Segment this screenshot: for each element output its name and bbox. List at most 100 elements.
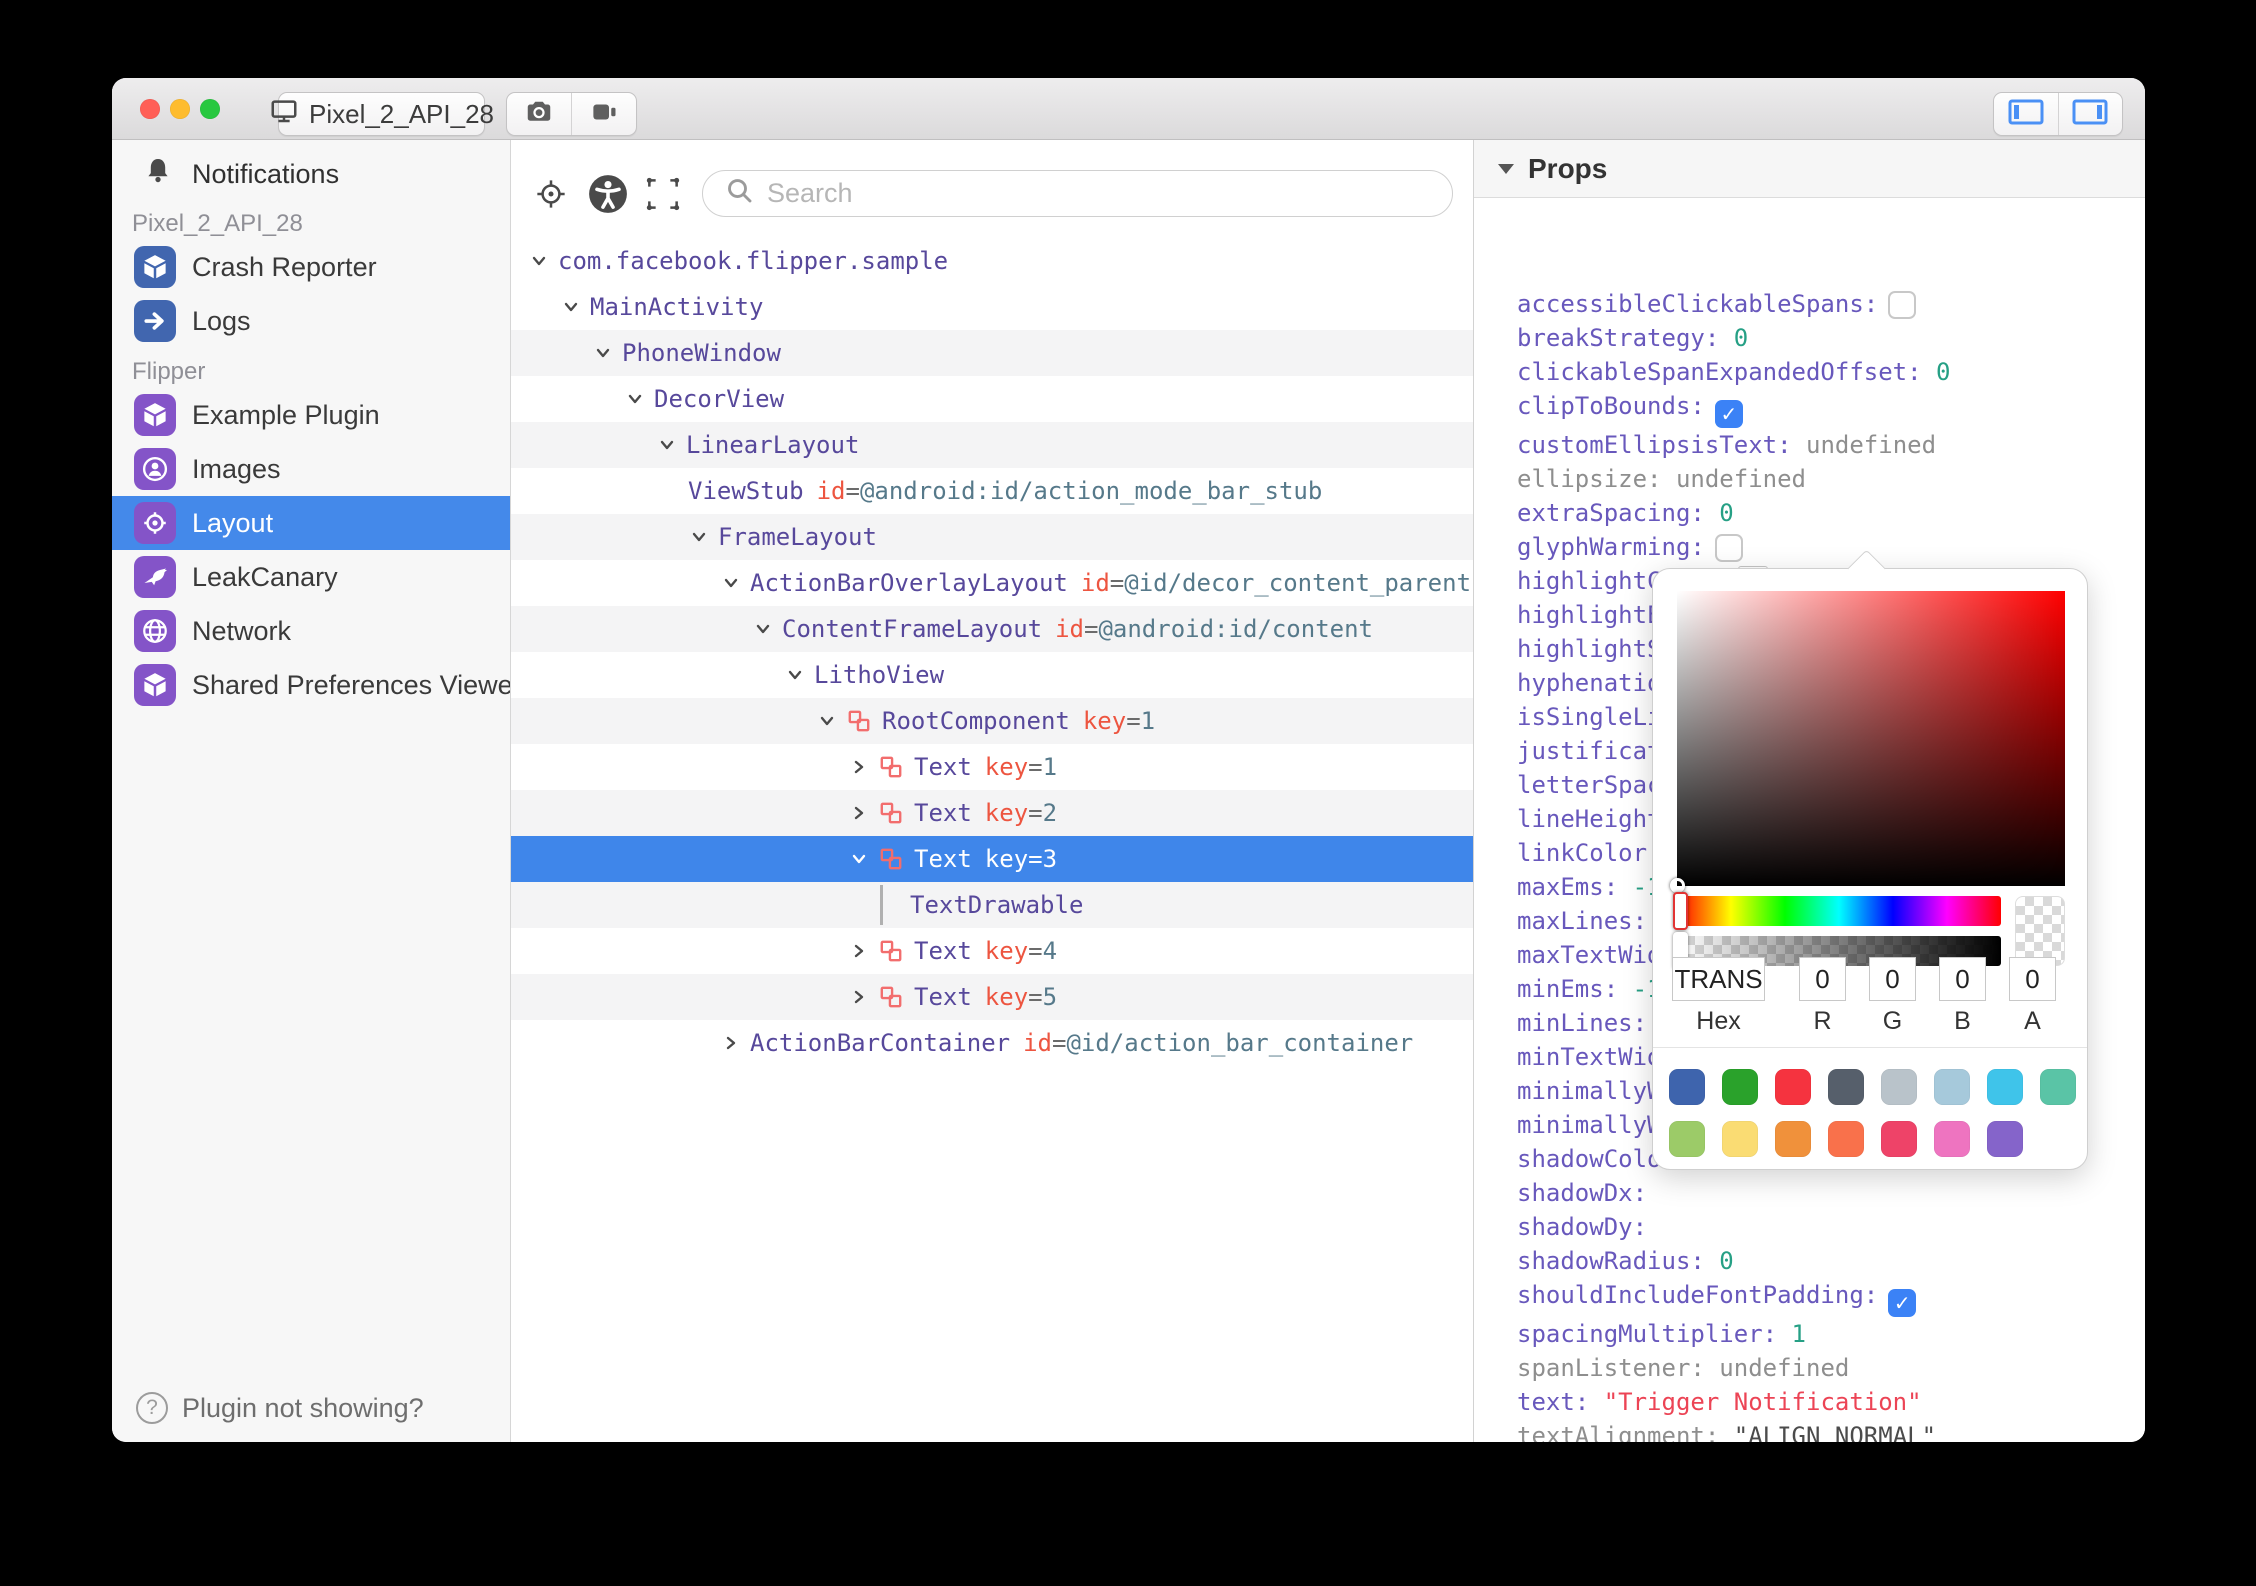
sidebar-item-network[interactable]: Network <box>112 604 510 658</box>
layout-tree-panel: com.facebook.flipper.sample MainActivity P… <box>511 140 1473 1442</box>
preset-color-swatch[interactable] <box>1934 1069 1970 1105</box>
toggle-left-panel-button[interactable] <box>1994 93 2058 135</box>
tree-node-actionbaroverlaylayout[interactable]: ActionBarOverlayLayout id=@id/decor_conte… <box>511 560 1473 606</box>
tree-node-contentframelayout[interactable]: ContentFrameLayout id=@android:id/content <box>511 606 1473 652</box>
chevron-down-icon[interactable] <box>752 618 774 640</box>
chevron-right-icon[interactable] <box>848 986 870 1008</box>
bird-icon <box>134 556 176 598</box>
sidebar-item-images[interactable]: Images <box>112 442 510 496</box>
tree-node-rootcomponent[interactable]: RootComponent key=1 <box>511 698 1473 744</box>
minimize-button[interactable] <box>170 99 190 119</box>
props-header[interactable]: Props <box>1474 140 2145 198</box>
tree-node-viewstub[interactable]: ViewStub id=@android:id/action_mode_bar_s… <box>511 468 1473 514</box>
alpha-input[interactable] <box>2009 957 2056 1001</box>
zoom-button[interactable] <box>200 99 220 119</box>
toggle-right-panel-button[interactable] <box>2057 93 2123 135</box>
bell-icon <box>142 155 174 194</box>
prop-row-clickableSpanExpandedOffset: clickableSpanExpandedOffset: 0 <box>1517 355 2145 389</box>
preset-color-swatch[interactable] <box>1987 1121 2023 1157</box>
sidebar-item-layout[interactable]: Layout <box>112 496 510 550</box>
preset-color-swatch[interactable] <box>1775 1121 1811 1157</box>
tree-node-actionbarcontainer[interactable]: ActionBarContainer id=@id/action_bar_cont… <box>511 1020 1473 1066</box>
plugin-not-showing-link[interactable]: ? Plugin not showing? <box>136 1392 424 1424</box>
preset-color-swatch[interactable] <box>1828 1069 1864 1105</box>
screenshot-button[interactable] <box>507 93 571 135</box>
preset-color-swatch[interactable] <box>1669 1069 1705 1105</box>
tree-node-com.facebook.flipper.sample[interactable]: com.facebook.flipper.sample <box>511 238 1473 284</box>
sidebar-item-shared-preferences-viewer[interactable]: Shared Preferences Viewer <box>112 658 510 712</box>
chevron-down-icon[interactable] <box>656 434 678 456</box>
sidebar-item-label: Images <box>192 453 281 484</box>
litho-component-icon <box>878 800 904 826</box>
tree-node-text[interactable]: Text key=2 <box>511 790 1473 836</box>
prop-checkbox[interactable]: ✓ <box>1888 1289 1917 1317</box>
r-label: R <box>1813 1007 1832 1035</box>
indent-guide-line <box>880 885 883 925</box>
tree-node-text[interactable]: Text key=4 <box>511 928 1473 974</box>
prop-row-spacingMultiplier: spacingMultiplier: 1 <box>1517 1317 2145 1351</box>
sidebar-item-crash-reporter[interactable]: Crash Reporter <box>112 240 510 294</box>
plugin-not-showing-label: Plugin not showing? <box>182 1392 424 1423</box>
preset-color-swatch[interactable] <box>1881 1121 1917 1157</box>
search-input[interactable] <box>767 178 1367 209</box>
target-mode-button[interactable] <box>529 172 573 216</box>
chevron-down-icon[interactable] <box>816 710 838 732</box>
chevron-right-icon[interactable] <box>720 1032 742 1054</box>
tree-node-phonewindow[interactable]: PhoneWindow <box>511 330 1473 376</box>
prop-checkbox[interactable]: ✓ <box>1714 400 1743 428</box>
chevron-right-icon[interactable] <box>848 940 870 962</box>
tree-node-lithoview[interactable]: LithoView <box>511 652 1473 698</box>
tree-node-text[interactable]: Text key=1 <box>511 744 1473 790</box>
sidebar-item-example-plugin[interactable]: Example Plugin <box>112 388 510 442</box>
preset-color-swatch[interactable] <box>1987 1069 2023 1105</box>
tree-node-linearlayout[interactable]: LinearLayout <box>511 422 1473 468</box>
record-video-button[interactable] <box>571 93 636 135</box>
tree-node-text[interactable]: Text key=5 <box>511 974 1473 1020</box>
hex-input[interactable] <box>1672 957 1765 1001</box>
prop-checkbox[interactable] <box>1714 534 1743 562</box>
chevron-down-icon[interactable] <box>720 572 742 594</box>
device-selector-button[interactable]: Pixel_2_API_28 <box>271 92 494 136</box>
red-input[interactable] <box>1799 957 1846 1001</box>
prop-key: customEllipsisText: <box>1517 431 1792 459</box>
chevron-down-icon[interactable] <box>784 664 806 686</box>
hue-slider-handle[interactable] <box>1673 892 1688 930</box>
target-icon <box>134 502 176 544</box>
saturation-cursor[interactable] <box>1670 878 1685 893</box>
panel-toggle-buttons <box>1993 92 2123 136</box>
preset-color-swatch[interactable] <box>1722 1069 1758 1105</box>
chevron-down-icon[interactable] <box>560 296 582 318</box>
preset-color-swatch[interactable] <box>1828 1121 1864 1157</box>
preset-color-swatch[interactable] <box>1881 1069 1917 1105</box>
preset-color-swatch[interactable] <box>1722 1121 1758 1157</box>
preset-color-swatch[interactable] <box>2040 1069 2076 1105</box>
chevron-right-icon[interactable] <box>848 756 870 778</box>
preset-color-swatch[interactable] <box>1775 1069 1811 1105</box>
chevron-down-icon[interactable] <box>688 526 710 548</box>
chevron-right-icon[interactable] <box>848 802 870 824</box>
sidebar-item-logs[interactable]: Logs <box>112 294 510 348</box>
hue-slider[interactable] <box>1673 892 2001 930</box>
select-element-button[interactable] <box>641 172 685 216</box>
saturation-gradient[interactable] <box>1670 591 2065 893</box>
sidebar-item-leakcanary[interactable]: LeakCanary <box>112 550 510 604</box>
chevron-down-icon[interactable] <box>528 250 550 272</box>
tree-node-textdrawable[interactable]: TextDrawable <box>511 882 1473 928</box>
chevron-down-icon[interactable] <box>624 388 646 410</box>
accessibility-mode-button[interactable] <box>586 172 630 216</box>
preset-color-swatch[interactable] <box>1934 1121 1970 1157</box>
tree-node-text[interactable]: Text key=3 <box>511 836 1473 882</box>
tree-node-framelayout[interactable]: FrameLayout <box>511 514 1473 560</box>
close-button[interactable] <box>140 99 160 119</box>
prop-key: minimallyW <box>1517 1111 1662 1139</box>
sidebar-item-notifications[interactable]: Notifications <box>112 148 510 200</box>
chevron-down-icon[interactable] <box>848 848 870 870</box>
blue-input[interactable] <box>1939 957 1986 1001</box>
tree-node-mainactivity[interactable]: MainActivity <box>511 284 1473 330</box>
tree-node-name: Text <box>914 799 972 827</box>
chevron-down-icon[interactable] <box>592 342 614 364</box>
preset-color-swatch[interactable] <box>1669 1121 1705 1157</box>
prop-checkbox[interactable] <box>1888 291 1917 319</box>
green-input[interactable] <box>1869 957 1916 1001</box>
tree-node-decorview[interactable]: DecorView <box>511 376 1473 422</box>
